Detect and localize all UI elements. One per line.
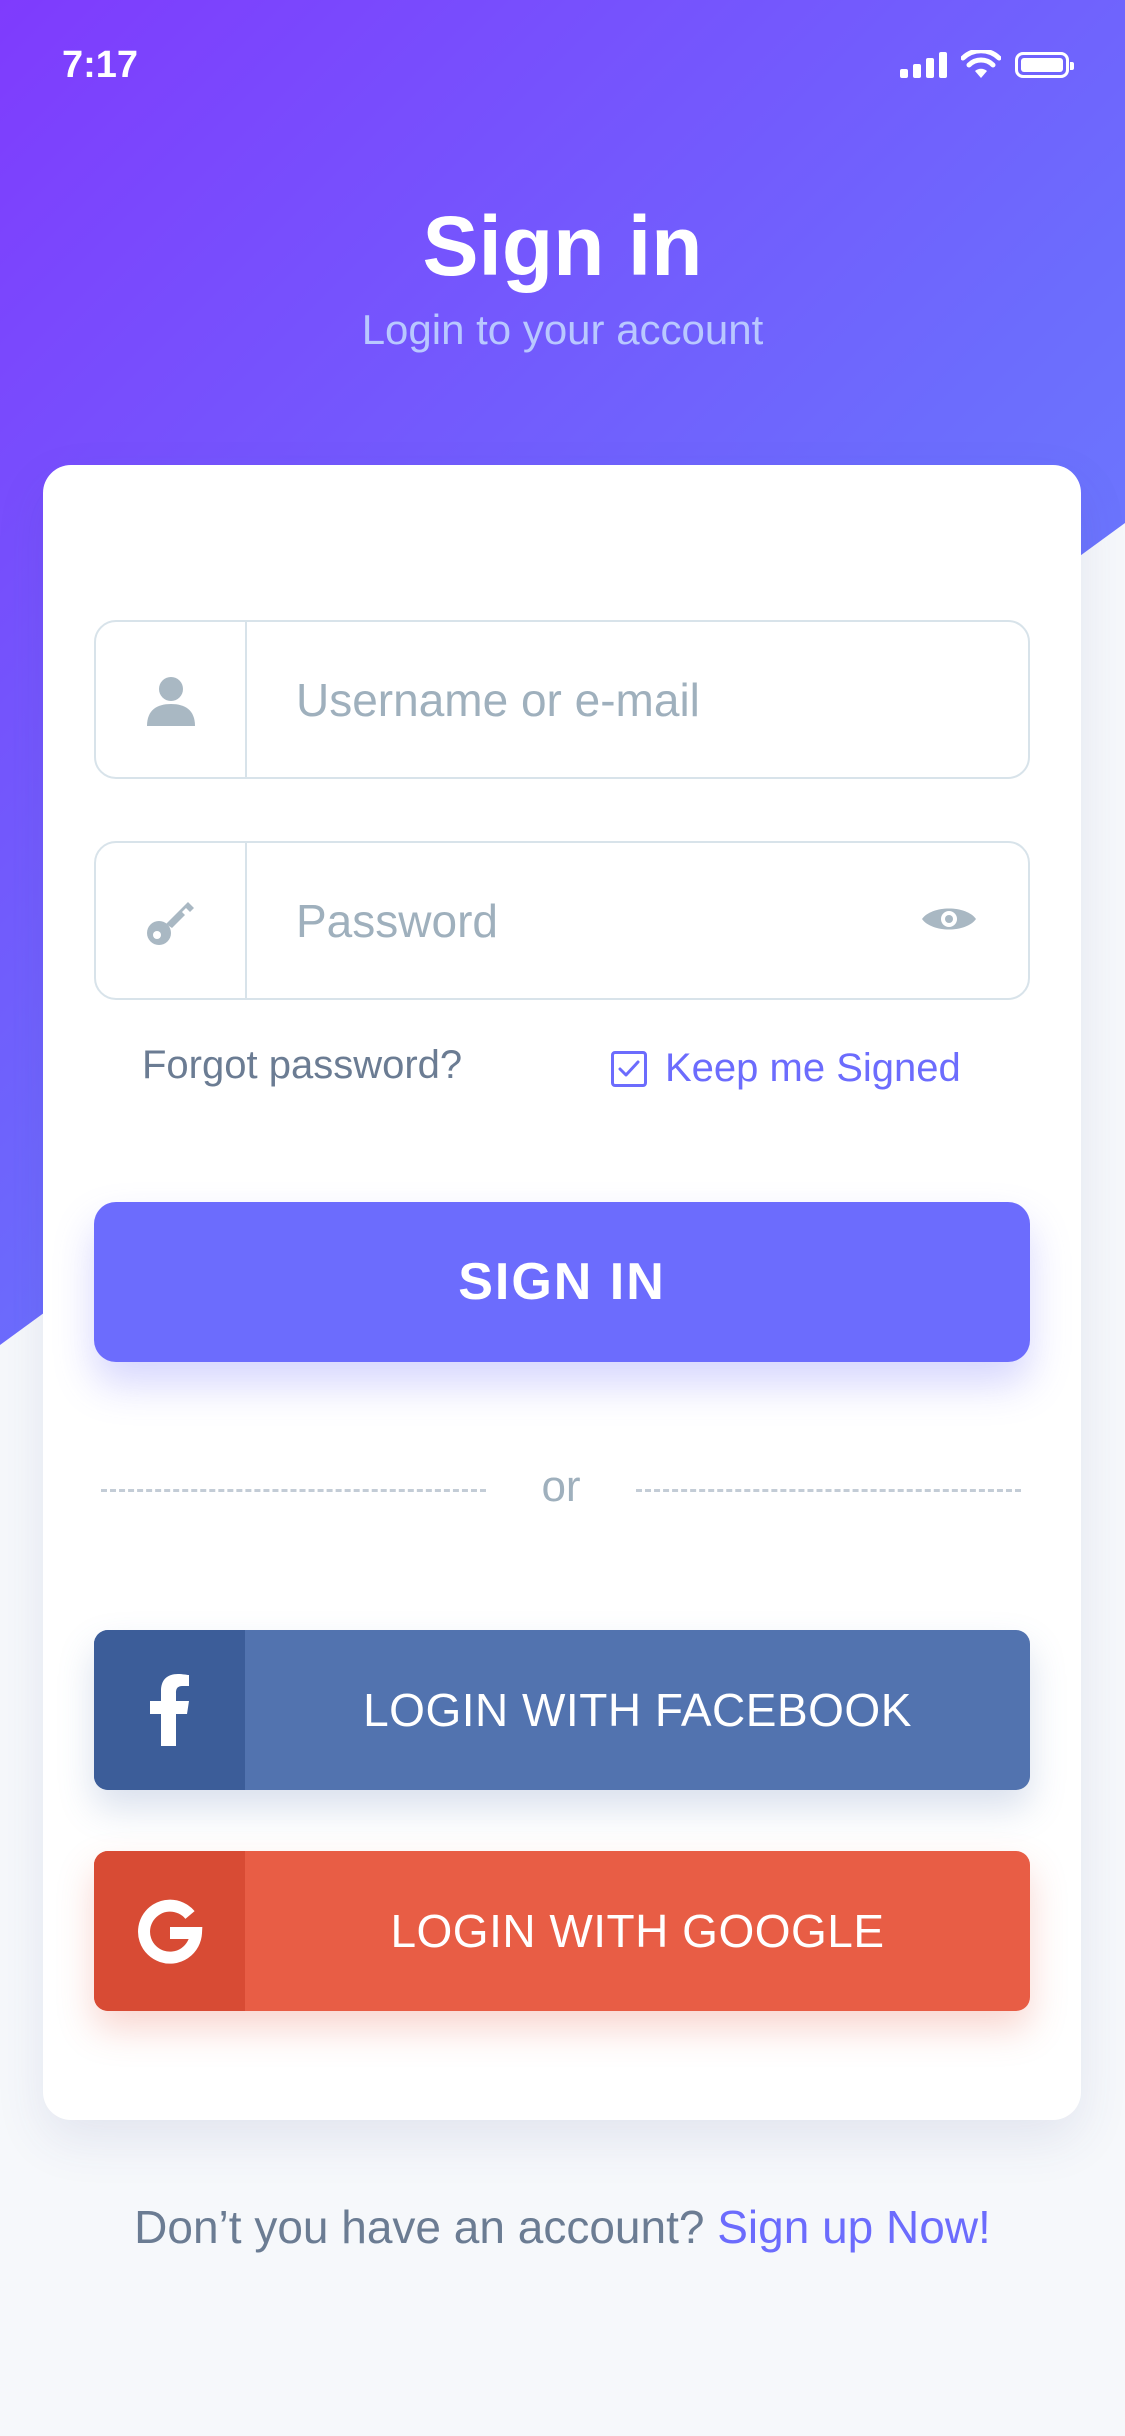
username-icon-box xyxy=(96,622,247,777)
keep-signed-label: Keep me Signed xyxy=(665,1046,961,1090)
sign-in-button[interactable]: SIGN IN xyxy=(94,1202,1030,1362)
google-login-button[interactable]: LOGIN WITH GOOGLE xyxy=(94,1851,1030,2011)
check-icon xyxy=(618,1060,640,1076)
or-divider: or xyxy=(101,1462,1021,1512)
page-subtitle: Login to your account xyxy=(361,306,764,353)
eye-icon[interactable] xyxy=(920,901,978,937)
status-time: 7:17 xyxy=(62,44,139,86)
status-bar: 7:17 xyxy=(0,0,1125,130)
facebook-icon-box xyxy=(94,1630,245,1790)
google-icon xyxy=(137,1899,202,1964)
facebook-login-button[interactable]: LOGIN WITH FACEBOOK xyxy=(94,1630,1030,1790)
facebook-icon xyxy=(149,1674,189,1746)
password-input[interactable] xyxy=(296,843,896,998)
google-icon-box xyxy=(94,1851,245,2011)
signup-link[interactable]: Sign up Now! xyxy=(717,2201,991,2253)
divider-or-text: or xyxy=(541,1462,581,1511)
username-input[interactable] xyxy=(296,622,896,777)
divider-line-right xyxy=(636,1489,1021,1492)
key-icon xyxy=(146,901,194,945)
wifi-icon xyxy=(961,50,1001,78)
status-icons xyxy=(900,48,1074,82)
password-field xyxy=(94,841,1030,1000)
signup-prompt-text: Don’t you have an account? xyxy=(134,2201,705,2253)
signup-prompt: Don’t you have an account? Sign up Now! xyxy=(0,2200,1125,2254)
login-card: Forgot password? Keep me Signed SIGN IN … xyxy=(43,465,1081,2120)
username-field xyxy=(94,620,1030,779)
facebook-login-label: LOGIN WITH FACEBOOK xyxy=(363,1684,912,1736)
keep-signed-checkbox[interactable] xyxy=(611,1050,647,1087)
user-icon xyxy=(146,676,195,726)
battery-icon xyxy=(1015,52,1074,78)
forgot-password-link[interactable]: Forgot password? xyxy=(142,1043,462,1088)
google-login-label: LOGIN WITH GOOGLE xyxy=(390,1905,885,1957)
page-title: Sign in xyxy=(422,199,703,293)
keep-signed-toggle[interactable]: Keep me Signed xyxy=(611,1046,961,1091)
signal-icon xyxy=(900,52,947,78)
password-icon-box xyxy=(96,843,247,998)
